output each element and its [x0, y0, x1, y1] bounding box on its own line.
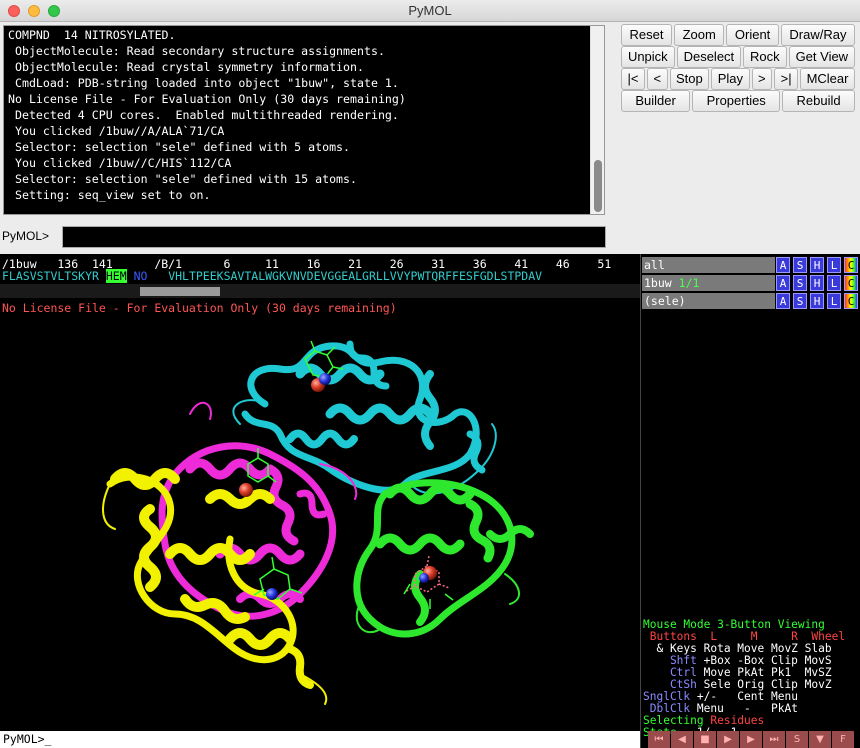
- sequence-hem-residue[interactable]: HEM: [105, 269, 127, 283]
- show-button[interactable]: S: [793, 275, 807, 291]
- log-line: Detected 4 CPU cores. Enabled multithrea…: [8, 108, 399, 122]
- log-lines: COMPND 14 NITROSYLATED. ObjectMolecule: …: [8, 27, 590, 203]
- button-grid: Reset Zoom Orient Draw/Ray Unpick Desele…: [620, 23, 856, 112]
- hide-button[interactable]: H: [810, 257, 824, 273]
- log-line: No License File - For Evaluation Only (3…: [8, 92, 406, 106]
- last-frame-button[interactable]: >|: [774, 68, 799, 90]
- molecular-viewport[interactable]: /1buw 136 141 /B/1 6 11 16 21 26 31 36 4…: [0, 254, 640, 748]
- chevron-down-icon[interactable]: ▼: [809, 731, 831, 748]
- license-notice: No License File - For Evaluation Only (3…: [2, 301, 397, 315]
- rebuild-button[interactable]: Rebuild: [782, 90, 856, 112]
- step-forward-icon[interactable]: ▶: [740, 731, 762, 748]
- color-button[interactable]: C: [844, 293, 858, 309]
- builder-button[interactable]: Builder: [621, 90, 691, 112]
- sequence-scrollbar[interactable]: [0, 284, 640, 298]
- log-line: ObjectMolecule: Read crystal symmetry in…: [8, 60, 364, 74]
- orient-button[interactable]: Orient: [726, 24, 779, 46]
- control-panel: COMPND 14 NITROSYLATED. ObjectMolecule: …: [0, 22, 860, 254]
- movie-transport-controls: ⏮ ◀ ■ ▶ ▶ ⏭ S ▼ F: [648, 731, 860, 748]
- action-button[interactable]: A: [776, 257, 790, 273]
- log-line: You clicked /1buw//C/HIS`112/CA: [8, 156, 232, 170]
- show-button[interactable]: S: [793, 257, 807, 273]
- fast-forward-icon[interactable]: ⏭: [763, 731, 785, 748]
- object-panel: all A S H L C 1buw 1/1 A S H L C (sele) …: [640, 254, 860, 748]
- object-row-all[interactable]: all A S H L C: [642, 257, 860, 273]
- log-line: COMPND 14 NITROSYLATED.: [8, 28, 176, 42]
- color-button[interactable]: C: [844, 275, 858, 291]
- play-button[interactable]: Play: [711, 68, 750, 90]
- chain-green: [353, 479, 534, 638]
- log-line: ObjectMolecule: Read secondary structure…: [8, 44, 385, 58]
- mouse-mode-help[interactable]: Mouse Mode 3-Button Viewing Buttons L M …: [643, 607, 845, 748]
- first-frame-button[interactable]: |<: [621, 68, 645, 90]
- object-name[interactable]: 1buw 1/1: [642, 275, 775, 291]
- reset-button[interactable]: Reset: [621, 24, 673, 46]
- show-button[interactable]: S: [793, 293, 807, 309]
- mclear-button[interactable]: MClear: [800, 68, 855, 90]
- viewer-command-line[interactable]: PyMOL>_: [0, 731, 640, 748]
- action-button[interactable]: A: [776, 293, 790, 309]
- protein-ribbon-rendering[interactable]: [0, 254, 640, 748]
- log-line: You clicked /1buw//A/ALA`71/CA: [8, 124, 225, 138]
- sequence-no-residue[interactable]: NO: [127, 269, 155, 283]
- rock-button[interactable]: Rock: [743, 46, 787, 68]
- step-back-icon[interactable]: ◀: [671, 731, 693, 748]
- zoom-button[interactable]: Zoom: [674, 24, 725, 46]
- stop-icon[interactable]: ■: [694, 731, 716, 748]
- window-title: PyMOL: [408, 3, 452, 18]
- output-log[interactable]: COMPND 14 NITROSYLATED. ObjectMolecule: …: [3, 25, 605, 215]
- play-icon[interactable]: ▶: [717, 731, 739, 748]
- sequence-residues-chain-b[interactable]: VHLTPEEKSAVTALWGKVNVDEVGGEALGRLLVVYPWTQR…: [154, 269, 542, 283]
- properties-button[interactable]: Properties: [692, 90, 781, 112]
- stop-button[interactable]: Stop: [669, 68, 710, 90]
- title-bar: PyMOL: [0, 0, 860, 22]
- action-button[interactable]: A: [776, 275, 790, 291]
- log-line: CmdLoad: PDB-string loaded into object "…: [8, 76, 399, 90]
- color-button[interactable]: C: [844, 257, 858, 273]
- viewer-command-prompt[interactable]: PyMOL>_: [3, 732, 51, 746]
- command-prompt-label: PyMOL>: [2, 229, 50, 243]
- log-scrollbar-thumb[interactable]: [594, 160, 602, 212]
- object-state: 1/1: [678, 276, 700, 290]
- label-button[interactable]: L: [827, 275, 841, 291]
- hide-button[interactable]: H: [810, 275, 824, 291]
- get-view-button[interactable]: Get View: [788, 46, 856, 68]
- object-row-sele[interactable]: (sele) A S H L C: [642, 293, 860, 309]
- draw-ray-button[interactable]: Draw/Ray: [780, 24, 855, 46]
- hide-button[interactable]: H: [810, 293, 824, 309]
- fullscreen-icon[interactable]: F: [832, 731, 854, 748]
- command-input[interactable]: [62, 226, 606, 248]
- rewind-icon[interactable]: ⏮: [648, 731, 670, 748]
- object-name[interactable]: (sele): [642, 293, 775, 309]
- sequence-scrollbar-thumb[interactable]: [140, 287, 220, 296]
- log-line: Selector: selection "sele" defined with …: [8, 140, 351, 154]
- deselect-button[interactable]: Deselect: [676, 46, 742, 68]
- scene-icon[interactable]: S: [786, 731, 808, 748]
- previous-frame-button[interactable]: <: [646, 68, 668, 90]
- label-button[interactable]: L: [827, 293, 841, 309]
- log-line: Setting: seq_view set to on.: [8, 188, 211, 202]
- object-row-1buw[interactable]: 1buw 1/1 A S H L C: [642, 275, 860, 291]
- sequence-residues-chain-a[interactable]: FLASVSTVLTSKYR: [2, 269, 106, 283]
- chain-yellow: [102, 468, 328, 705]
- sequence-letters[interactable]: FLASVSTVLTSKYR HEM NO VHLTPEEKSAVTALWGKV…: [2, 269, 542, 283]
- unpick-button[interactable]: Unpick: [621, 46, 675, 68]
- next-frame-button[interactable]: >: [751, 68, 773, 90]
- log-scrollbar[interactable]: [590, 26, 604, 214]
- label-button[interactable]: L: [827, 257, 841, 273]
- log-line: Selector: selection "sele" defined with …: [8, 172, 358, 186]
- object-name[interactable]: all: [642, 257, 775, 273]
